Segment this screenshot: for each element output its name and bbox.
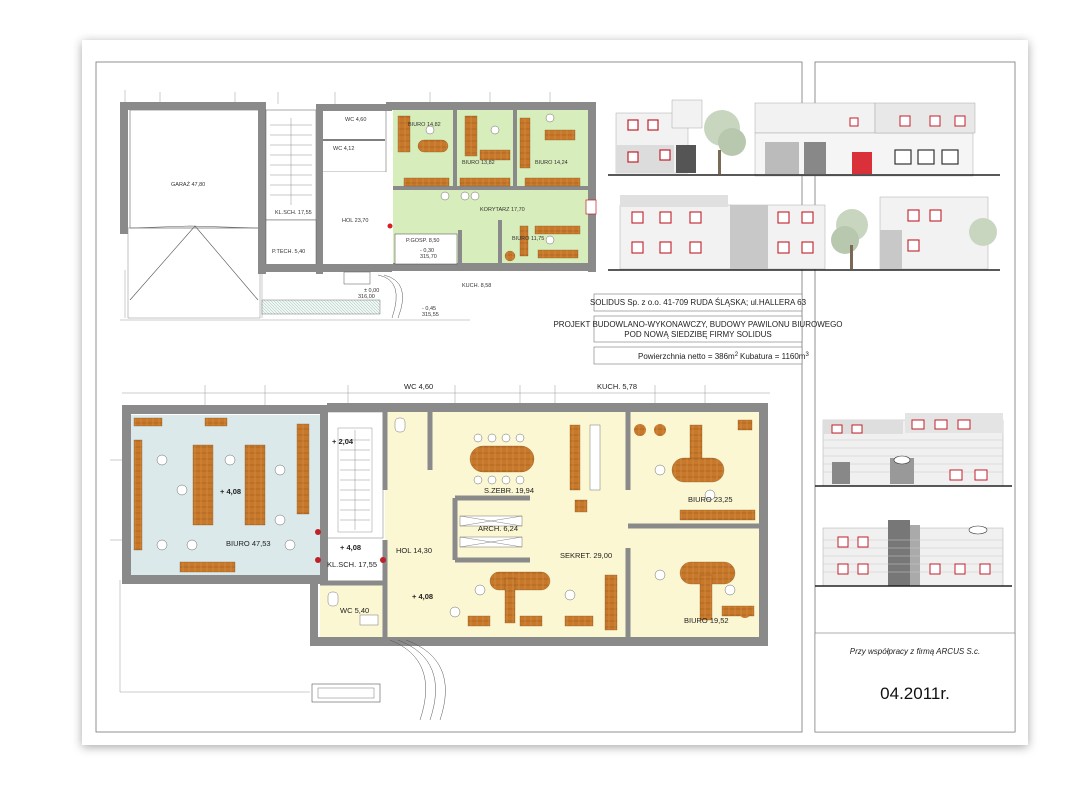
upper-ptech-label: P.TECH. 5,40 [272, 249, 305, 255]
lower-klsch-label: KL.SCH. 17,55 [327, 560, 377, 569]
lower-arch-label: ARCH. 6,24 [478, 524, 518, 533]
sheet-svg: GARAŻ 47,80 WC 4,60 WC 4,12 BIURO 14,82 … [82, 40, 1028, 745]
side-elevation-1 [822, 413, 1004, 487]
upper-wc2-label: WC 4,12 [333, 146, 354, 152]
lower-kuch-top-label: KUCH. 5,78 [597, 382, 637, 391]
lower-level-408-a: + 4,08 [220, 487, 241, 496]
volume-text: Kubatura = 1160m3 [740, 352, 809, 361]
upper-biuro2-label: BIURO 13,82 [462, 160, 495, 166]
elevation-4 [879, 196, 997, 270]
upper-pgosp-label: P.GOSP. 8,50 [406, 238, 439, 244]
company-line: SOLIDUS Sp. z o.o. 41-709 RUDA ŚLĄSKA; u… [590, 298, 807, 307]
lower-szebr-label: S.ZEBR. 19,94 [484, 486, 534, 495]
title-block: SOLIDUS Sp. z o.o. 41-709 RUDA ŚLĄSKA; u… [553, 293, 843, 365]
lower-level-408-b: + 4,08 [340, 543, 361, 552]
upper-kuch-label: KUCH. 8,58 [462, 283, 491, 289]
cooperation-text: Przy współpracy z firmą ARCUS S.c. [850, 647, 980, 656]
lower-biuro-2325-label: BIURO 23,25 [688, 495, 733, 504]
credit-block: Przy współpracy z firmą ARCUS S.c. 04.20… [814, 632, 1016, 733]
entrance-hatch [261, 299, 381, 315]
upper-biuro3-label: BIURO 14,24 [535, 160, 568, 166]
lower-wc-top-label: WC 4,60 [404, 382, 433, 391]
upper-biuro1-label: BIURO 14,82 [408, 122, 441, 128]
lower-biuro-big-label: BIURO 47,53 [226, 539, 271, 548]
date-text: 04.2011r. [880, 684, 950, 703]
lower-sekret-label: SEKRET. 29,00 [560, 551, 612, 560]
lower-hol-label: HOL 14,30 [396, 546, 432, 555]
project-line-1: PROJEKT BUDOWLANO-WYKONAWCZY, BUDOWY PAW… [553, 320, 842, 329]
elevation-2 [754, 102, 976, 177]
side-elevation-2 [822, 520, 1004, 587]
lower-wc-bottom-label: WC 5,40 [340, 606, 369, 615]
lower-biuro-1952-label: BIURO 19,52 [684, 616, 729, 625]
lower-level-408-c: + 4,08 [412, 592, 433, 601]
upper-wc1-label: WC 4,60 [345, 117, 366, 123]
volume-label: Kubatura = 1160m [740, 352, 806, 361]
upper-garaz-label: GARAŻ 47,80 [171, 181, 205, 188]
level-1-b: 316,00 [358, 294, 375, 300]
area-text: Powierzchnia netto = 386m2 [638, 352, 739, 361]
upper-biuro4-label: BIURO 11,75 [512, 236, 544, 242]
garage-floor [129, 109, 261, 229]
project-line-2: POD NOWĄ SIEDZIBĘ FIRMY SOLIDUS [624, 330, 771, 339]
level-3-b: 315,55 [422, 312, 439, 318]
upper-hol-label: HOL 23,70 [342, 218, 368, 224]
upper-klsch-label: KL.SCH. 17,55 [275, 210, 312, 216]
area-label: Powierzchnia netto = 386m [638, 352, 735, 361]
upper-korytarz-label: KORYTARZ 17,70 [480, 207, 525, 213]
lower-level-204: + 2,04 [332, 437, 354, 446]
drawing-sheet: GARAŻ 47,80 WC 4,60 WC 4,12 BIURO 14,82 … [0, 0, 1074, 800]
level-2-b: 315,70 [420, 254, 437, 260]
